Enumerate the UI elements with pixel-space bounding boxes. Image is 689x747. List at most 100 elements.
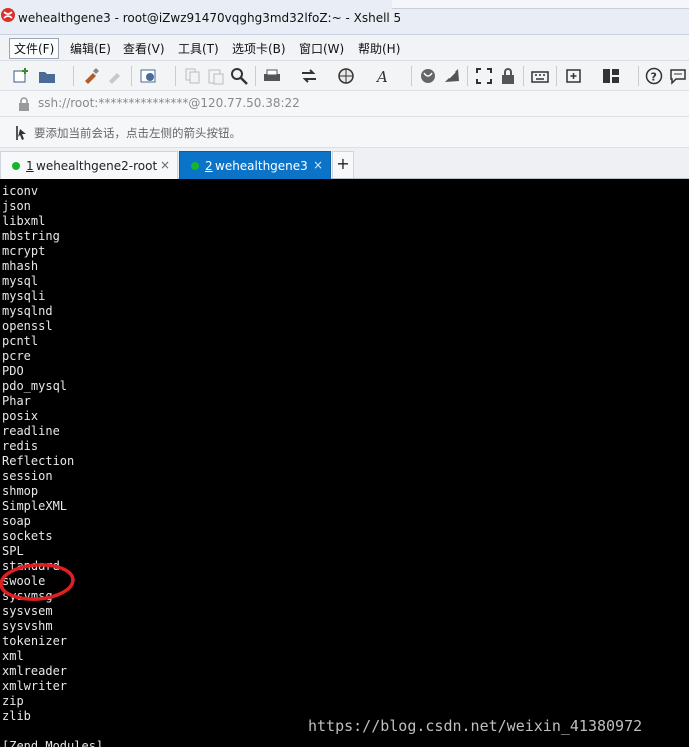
menu-tools[interactable]: 工具(T) — [174, 39, 223, 58]
close-tab-icon[interactable]: × — [160, 158, 170, 172]
toolbar-separator — [523, 66, 524, 86]
open-folder-icon[interactable] — [38, 67, 56, 85]
terminal-line: zlib — [2, 709, 31, 723]
terminal-line: xml — [2, 649, 24, 663]
font-icon[interactable]: A — [375, 67, 393, 85]
new-session-icon[interactable] — [12, 67, 30, 85]
svg-text:?: ? — [651, 71, 657, 84]
terminal-line: openssl — [2, 319, 53, 333]
disconnect-icon[interactable] — [106, 67, 124, 85]
print-icon[interactable] — [263, 67, 281, 85]
find-icon[interactable] — [230, 67, 248, 85]
background-window-edge — [392, 0, 689, 9]
terminal-line: Phar — [2, 394, 31, 408]
add-tab-button[interactable]: + — [332, 151, 354, 178]
session-address[interactable]: ssh://root:***************@120.77.50.38:… — [38, 96, 300, 110]
toolbar: A ? — [0, 61, 689, 91]
globe-icon[interactable] — [337, 67, 355, 85]
terminal-line: sockets — [2, 529, 53, 543]
lock-icon[interactable] — [499, 67, 517, 85]
terminal-line: libxml — [2, 214, 46, 228]
terminal-line: json — [2, 199, 31, 213]
toolbar-separator — [556, 66, 557, 86]
terminal-line: mysqlnd — [2, 304, 53, 318]
tab-wehealthgene2-root[interactable]: 1 wehealthgene2-root × — [0, 151, 178, 179]
title-bar: wehealthgene3 - root@iZwz91470vqghg3md32… — [0, 0, 689, 35]
tab-number: 2 — [205, 159, 213, 173]
session-tab-bar: 1 wehealthgene2-root × 2 wehealthgene3 ×… — [0, 148, 689, 179]
terminal-line: mhash — [2, 259, 39, 273]
hint-bar: 要添加当前会话，点击左侧的箭头按钮。 — [0, 117, 689, 148]
terminal-line: pcre — [2, 349, 31, 363]
connection-status-dot — [12, 162, 20, 170]
terminal-line: Reflection — [2, 454, 75, 468]
close-tab-icon[interactable]: × — [313, 158, 323, 172]
address-bar: ssh://root:***************@120.77.50.38:… — [0, 91, 689, 117]
terminal-line: posix — [2, 409, 39, 423]
terminal-line: mysqli — [2, 289, 46, 303]
fullscreen-icon[interactable] — [475, 67, 493, 85]
menu-tabs[interactable]: 选项卡(B) — [228, 39, 290, 58]
terminal-line: SPL — [2, 544, 24, 558]
toolbar-separator — [131, 66, 132, 86]
copy-icon[interactable] — [184, 67, 202, 85]
menu-edit[interactable]: 编辑(E) — [66, 39, 115, 58]
terminal-line: session — [2, 469, 53, 483]
menu-window[interactable]: 窗口(W) — [295, 39, 348, 58]
terminal-output[interactable]: iconv json libxml mbstring mcrypt mhash mysql m… — [0, 179, 689, 747]
terminal-blank-line — [2, 724, 103, 739]
xmanager-icon[interactable] — [443, 67, 461, 85]
menu-file[interactable]: 文件(F) — [9, 38, 60, 59]
menu-bar: 文件(F) 编辑(E) 查看(V) 工具(T) 选项卡(B) 窗口(W) 帮助(… — [0, 35, 689, 61]
terminal-line: xmlwriter — [2, 679, 68, 693]
new-tab-icon[interactable] — [565, 67, 583, 85]
terminal-line: readline — [2, 424, 60, 438]
terminal-line: iconv — [2, 184, 39, 198]
watermark: https://blog.csdn.net/weixin_41380972 — [308, 717, 643, 735]
xftp-icon[interactable] — [419, 67, 437, 85]
terminal-line: zip — [2, 694, 24, 708]
terminal-line: [Zend Modules] — [2, 739, 104, 747]
layout-icon[interactable] — [602, 67, 620, 85]
xshell-app-icon — [1, 8, 15, 22]
terminal-line: sysvshm — [2, 619, 53, 633]
connection-status-dot — [191, 162, 199, 170]
tab-wehealthgene3[interactable]: 2 wehealthgene3 × — [179, 151, 331, 179]
terminal-line: tokenizer — [2, 634, 68, 648]
toolbar-separator — [73, 66, 74, 86]
terminal-lines: iconv json libxml mbstring mcrypt mhash mysql m… — [2, 184, 103, 747]
terminal-line: soap — [2, 514, 31, 528]
toolbar-separator — [175, 66, 176, 86]
properties-icon[interactable] — [140, 67, 158, 85]
paste-icon[interactable] — [207, 67, 225, 85]
toolbar-separator — [411, 66, 412, 86]
terminal-line: pcntl — [2, 334, 39, 348]
terminal-line: mbstring — [2, 229, 60, 243]
chat-icon[interactable] — [669, 67, 687, 85]
svg-text:A: A — [375, 68, 388, 85]
terminal-line: PDO — [2, 364, 24, 378]
toolbar-separator — [638, 66, 639, 86]
terminal-line: shmop — [2, 484, 39, 498]
transfer-icon[interactable] — [300, 67, 318, 85]
terminal-line: mysql — [2, 274, 39, 288]
add-session-arrow-icon[interactable] — [14, 125, 30, 141]
toolbar-separator — [467, 66, 468, 86]
menu-help[interactable]: 帮助(H) — [354, 39, 404, 58]
highlight-circle — [0, 563, 75, 601]
reconnect-icon[interactable] — [82, 67, 100, 85]
terminal-line: mcrypt — [2, 244, 46, 258]
window-title: wehealthgene3 - root@iZwz91470vqghg3md32… — [18, 11, 402, 25]
tab-number: 1 — [26, 159, 34, 173]
toolbar-separator — [255, 66, 256, 86]
address-lock-icon — [19, 97, 29, 111]
terminal-line: xmlreader — [2, 664, 68, 678]
hint-text: 要添加当前会话，点击左侧的箭头按钮。 — [34, 126, 241, 140]
terminal-line: pdo_mysql — [2, 379, 68, 393]
terminal-line: redis — [2, 439, 39, 453]
menu-view[interactable]: 查看(V) — [119, 39, 169, 58]
tab-label: wehealthgene2-root — [36, 159, 158, 173]
keyboard-icon[interactable] — [531, 67, 549, 85]
terminal-line: sysvsem — [2, 604, 53, 618]
help-icon[interactable]: ? — [645, 67, 663, 85]
